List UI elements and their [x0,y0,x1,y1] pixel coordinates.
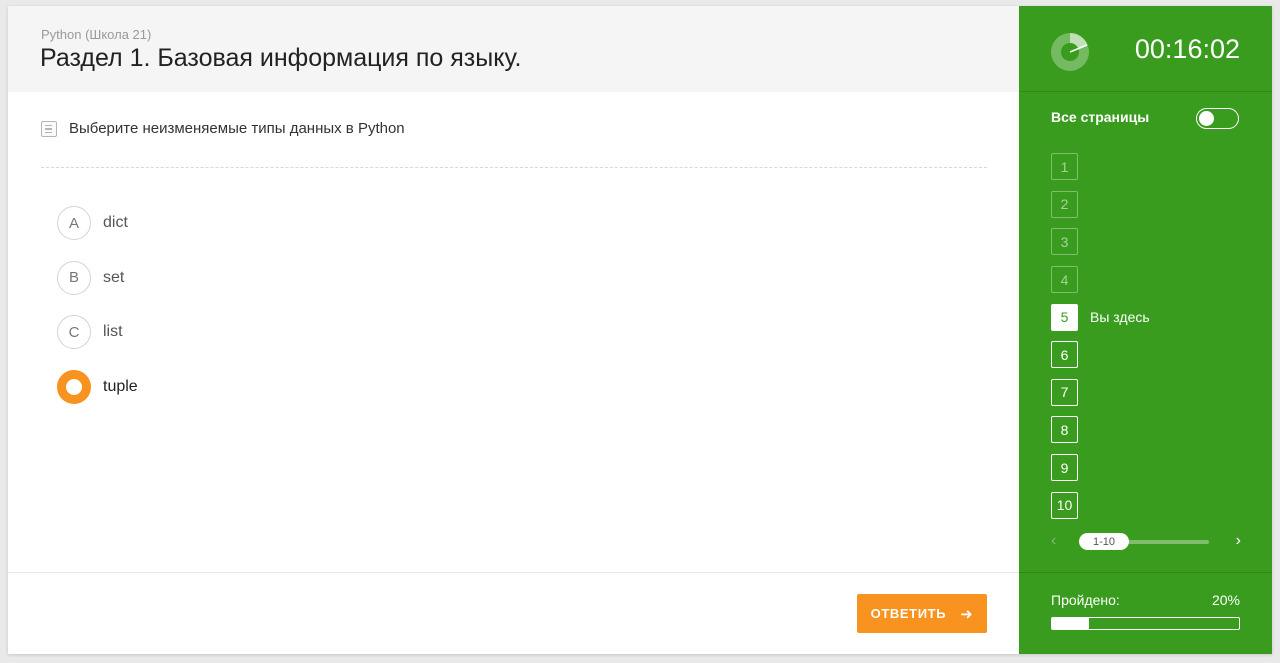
passed-percent: 20% [1211,592,1240,608]
page-item: 10 [1051,486,1150,524]
answer-option[interactable]: tuple [57,360,138,415]
page-item: 4 [1051,261,1150,299]
timer-pie-icon [1051,33,1089,71]
timer-row: 00:16:02 [1019,6,1272,92]
all-pages-label: Все страницы [1051,109,1150,125]
page-button-8[interactable]: 8 [1051,416,1078,444]
progress-bar [1051,617,1240,630]
course-name: Python (Школа 21) [41,27,152,42]
answer-button[interactable]: ОТВЕТИТЬ ➜ [857,594,987,633]
arrow-right-icon: ➜ [960,605,974,623]
answer-option[interactable]: Bset [57,251,138,306]
toggle-knob [1199,110,1214,126]
passed-label: Пройдено: [1051,592,1120,608]
page-button-1[interactable]: 1 [1051,153,1078,181]
answer-option[interactable]: Adict [57,196,138,251]
page-item: 2 [1051,186,1150,224]
quiz-window: Python (Школа 21) Раздел 1. Базовая инфо… [8,6,1272,654]
page-item: 3 [1051,223,1150,261]
page-button-3[interactable]: 3 [1051,228,1078,256]
current-page-note: Вы здесь [1090,309,1150,326]
page-item: 8 [1051,411,1150,449]
option-letter[interactable]: B [57,260,91,295]
option-label: dict [103,214,128,232]
options-list: Adict Bset Clist tuple [57,196,138,414]
option-letter[interactable]: C [57,315,91,350]
page-button-9[interactable]: 9 [1051,454,1078,482]
page-item: 1 [1051,148,1150,186]
question: Выберите неизменяемые типы данных в Pyth… [41,120,405,137]
page-button-5[interactable]: 5 [1051,303,1078,331]
option-letter[interactable]: A [57,206,91,241]
page-button-10[interactable]: 10 [1051,491,1078,519]
footer-divider [8,572,1019,573]
option-label: tuple [103,377,138,395]
document-icon [41,120,57,137]
question-text: Выберите неизменяемые типы данных в Pyth… [69,120,405,137]
header: Python (Школа 21) Раздел 1. Базовая инфо… [8,6,1019,92]
option-label: set [103,268,125,286]
page-item: 7 [1051,374,1150,412]
all-pages-toggle[interactable] [1196,108,1239,129]
page-button-7[interactable]: 7 [1051,378,1078,406]
chevron-left-icon[interactable]: ‹ [1051,532,1056,550]
pager-thumb[interactable]: 1-10 [1079,533,1129,550]
page-button-2[interactable]: 2 [1051,190,1078,218]
sidebar-divider [1019,572,1272,573]
chevron-right-icon[interactable]: › [1236,532,1241,550]
answer-option[interactable]: Clist [57,305,138,360]
progress-fill [1052,618,1090,629]
page-item: 9 [1051,449,1150,487]
main-panel: Python (Школа 21) Раздел 1. Базовая инфо… [8,6,1019,654]
page-title: Раздел 1. Базовая информация по языку. [40,44,522,72]
page-list: 1 2 3 4 5 Вы здесь 6 7 8 9 10 [1051,148,1150,524]
page-item: 6 [1051,336,1150,374]
option-label: list [103,323,123,341]
timer: 00:16:02 [1134,34,1240,64]
page-item: 5 Вы здесь [1051,298,1150,336]
divider [41,167,987,168]
page-button-4[interactable]: 4 [1051,266,1078,294]
sidebar: 00:16:02 Все страницы 1 2 3 4 5 Вы здесь 6 7 8 9 1… [1019,6,1272,654]
page-button-6[interactable]: 6 [1051,341,1078,369]
radio-selected-icon[interactable] [57,369,91,404]
pager: ‹ 1-10 › [1051,532,1241,550]
answer-button-label: ОТВЕТИТЬ [870,606,947,621]
